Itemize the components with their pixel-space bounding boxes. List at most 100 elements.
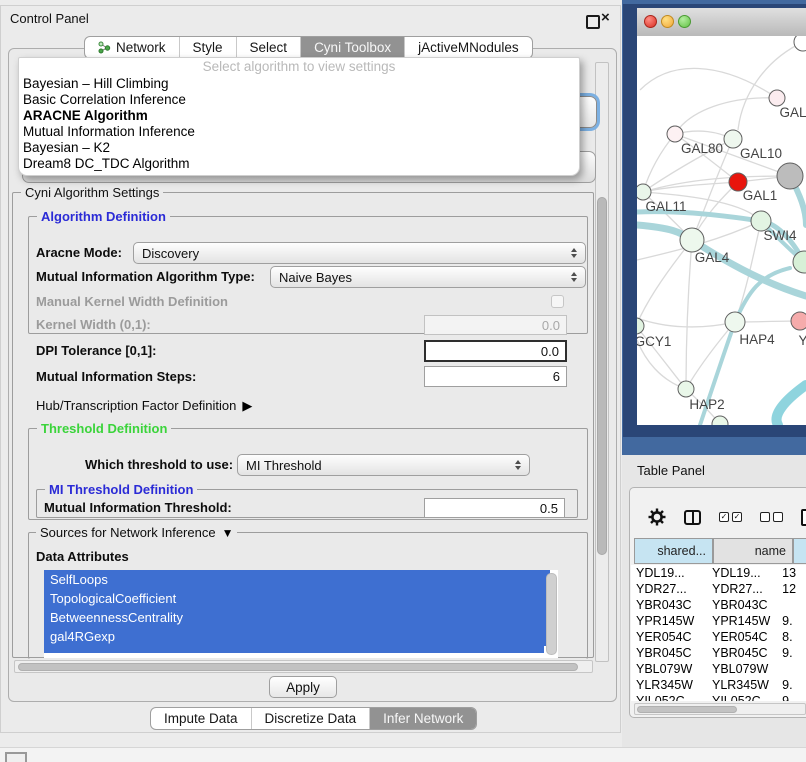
network-canvas[interactable]: GALGAL80GAL10GAL1GAL11SWI4GAL4GCY1HAP4YH… <box>637 36 806 425</box>
sources-toggle[interactable]: Sources for Network Inference ▼ <box>36 525 237 541</box>
network-node-hap4[interactable] <box>725 312 745 332</box>
network-node-gal[interactable] <box>769 90 785 106</box>
tab-network[interactable]: Network <box>85 37 180 58</box>
network-node-label: GAL <box>779 105 806 120</box>
attribute-item[interactable]: BetweennessCentrality <box>44 608 550 627</box>
tab-infer-network[interactable]: Infer Network <box>370 708 476 729</box>
network-node[interactable] <box>794 36 806 51</box>
cell-shared-name: YDL19... <box>631 565 704 581</box>
attribute-item[interactable]: SelfLoops <box>44 570 550 589</box>
column-header-name[interactable]: name <box>713 538 793 564</box>
network-node[interactable] <box>777 163 803 189</box>
stepper-arrows-icon <box>571 272 577 282</box>
network-node-gal4[interactable] <box>680 228 704 252</box>
table-row[interactable]: YDL19...YDL19...13 <box>631 565 806 581</box>
cell-shared-name: YDR27... <box>631 581 704 597</box>
control-panel-tabbar: Network Style Select Cyni Toolbox jActiveMNo… <box>84 36 533 59</box>
tab-label: jActiveMNodules <box>418 40 519 55</box>
table-row[interactable]: YPR145WYPR145W9. <box>631 613 806 629</box>
cell-shared-name: YBL079W <box>631 661 704 677</box>
mi-threshold-field[interactable]: 0.5 <box>424 498 565 518</box>
tab-label: Network <box>116 40 166 55</box>
cell-name: YBR045C <box>704 645 778 661</box>
network-node-gal80[interactable] <box>667 126 683 142</box>
tab-label: Style <box>193 40 223 55</box>
aracne-mode-combo[interactable]: Discovery <box>133 242 586 264</box>
kernel-width-label: Kernel Width (0,1): <box>36 317 151 333</box>
network-node-y[interactable] <box>791 312 806 330</box>
screen: Control Panel × Network Style Select Cyni T… <box>0 0 806 762</box>
settings-horizontal-scrollbar[interactable] <box>14 660 593 673</box>
column-header-shared...[interactable]: shared... <box>634 538 713 564</box>
table-row[interactable]: YER054CYER054C8. <box>631 629 806 645</box>
data-attributes-list[interactable]: SelfLoopsTopologicalCoefficientBetweenne… <box>44 570 558 658</box>
manual-kernel-width-checkbox[interactable] <box>551 295 564 308</box>
which-threshold-combo[interactable]: MI Threshold <box>237 454 530 476</box>
apply-button[interactable]: Apply <box>269 676 337 698</box>
manual-kernel-width-label: Manual Kernel Width Definition <box>36 294 228 310</box>
float-window-icon[interactable] <box>586 15 600 29</box>
close-window-icon[interactable]: × <box>601 9 610 26</box>
tab-jactivemnodules[interactable]: jActiveMNodules <box>405 37 532 58</box>
settings-horizontal-scrollbar-thumb[interactable] <box>18 663 578 671</box>
tab-discretize-data[interactable]: Discretize Data <box>252 708 371 729</box>
hub-definition-toggle[interactable]: Hub/Transcription Factor Definition ▶ <box>36 398 252 414</box>
select-all-columns-icon[interactable]: ✓✓ <box>719 512 742 522</box>
settings-vertical-scrollbar-thumb[interactable] <box>597 197 607 555</box>
deselect-columns-icon[interactable] <box>760 512 783 522</box>
mi-steps-field[interactable]: 6 <box>424 366 567 387</box>
kernel-width-field[interactable]: 0.0 <box>424 315 567 335</box>
algorithm-option[interactable]: Mutual Information Inference <box>19 124 579 140</box>
table-horizontal-scrollbar-thumb[interactable] <box>637 706 737 713</box>
tab-select[interactable]: Select <box>237 37 302 58</box>
table-row[interactable]: YLR345WYLR345W9. <box>631 677 806 693</box>
column-header-extra[interactable] <box>793 538 806 564</box>
stepper-arrows-icon <box>515 460 521 470</box>
data-attributes-label: Data Attributes <box>36 549 129 565</box>
algorithm-option[interactable]: Basic Correlation Inference <box>19 92 579 108</box>
algorithm-dropdown-popup: Select algorithm to view settings Bayesi… <box>18 57 580 176</box>
settings-gear-icon[interactable] <box>648 508 666 526</box>
cell-shared-name: YPR145W <box>631 613 704 629</box>
mac-zoom-icon[interactable] <box>678 15 691 28</box>
network-node-label: HAP2 <box>689 397 724 412</box>
collapsed-panel-button[interactable] <box>5 752 27 762</box>
network-view[interactable]: GALGAL80GAL10GAL1GAL11SWI4GAL4GCY1HAP4YH… <box>637 36 806 425</box>
table-row[interactable]: YBL079WYBL079W <box>631 661 806 677</box>
table-row[interactable]: YIL052CYIL052C9 <box>631 693 806 701</box>
mac-close-icon[interactable] <box>644 15 657 28</box>
tab-label: Discretize Data <box>265 711 357 726</box>
tab-label: Select <box>250 40 288 55</box>
algorithm-option[interactable]: Dream8 DC_TDC Algorithm <box>19 156 579 172</box>
table-row[interactable]: YBR043CYBR043C <box>631 597 806 613</box>
file-icon[interactable] <box>801 509 806 526</box>
network-node-gal11[interactable] <box>637 184 651 200</box>
table-row[interactable]: YBR045CYBR045C9. <box>631 645 806 661</box>
table-horizontal-scrollbar[interactable] <box>634 703 806 715</box>
mac-minimize-icon[interactable] <box>661 15 674 28</box>
cell-shared-name: YER054C <box>631 629 704 645</box>
cell-value: 9. <box>778 645 806 661</box>
tab-style[interactable]: Style <box>180 37 237 58</box>
settings-vertical-scrollbar[interactable] <box>595 62 609 662</box>
cyni-bottom-tabbar: Impute Data Discretize Data Infer Network <box>150 707 477 730</box>
cell-name: YDR27... <box>704 581 778 597</box>
cell-shared-name: YBR043C <box>631 597 704 613</box>
algorithm-option[interactable]: Bayesian – Hill Climbing <box>19 76 579 92</box>
control-panel-title: Control Panel <box>10 11 89 26</box>
sources-title: Sources for Network Inference <box>40 525 216 541</box>
dpi-tolerance-field[interactable]: 0.0 <box>424 340 567 362</box>
split-columns-icon[interactable] <box>684 510 701 525</box>
attributes-list-scrollbar-thumb[interactable] <box>546 573 557 655</box>
mi-algorithm-type-combo[interactable]: Naive Bayes <box>270 266 586 288</box>
algorithm-option[interactable]: Bayesian – K2 <box>19 140 579 156</box>
table-row[interactable]: YDR27...YDR27...12 <box>631 581 806 597</box>
network-node-label: GAL80 <box>681 141 723 156</box>
tab-cyni-toolbox[interactable]: Cyni Toolbox <box>301 37 405 58</box>
attribute-item[interactable]: gal4RGexp <box>44 627 550 646</box>
attribute-item[interactable]: TopologicalCoefficient <box>44 589 550 608</box>
network-node-hap2[interactable] <box>678 381 694 397</box>
tab-impute-data[interactable]: Impute Data <box>151 708 252 729</box>
algorithm-option[interactable]: ARACNE Algorithm <box>19 108 579 124</box>
tab-label: Impute Data <box>164 711 238 726</box>
